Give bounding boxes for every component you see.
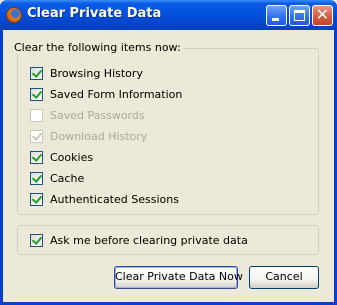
maximize-button[interactable] (289, 5, 310, 26)
checkbox-box[interactable] (30, 67, 43, 80)
checkbox-box[interactable] (30, 193, 43, 206)
dialog-body: Clear the following items now: Browsing … (3, 30, 334, 302)
checkbox-label: Download History (50, 130, 148, 143)
minimize-button[interactable] (266, 5, 287, 26)
checkbox-label: Saved Passwords (50, 109, 145, 122)
checkbox-label: Authenticated Sessions (50, 193, 179, 206)
checkbox-box (30, 130, 43, 143)
maximize-icon (294, 10, 305, 21)
checkbox-box[interactable] (30, 88, 43, 101)
checkbox-label: Browsing History (50, 67, 143, 80)
firefox-icon (6, 7, 22, 23)
checkbox-label: Cache (50, 172, 85, 185)
cancel-button[interactable]: Cancel (249, 266, 319, 289)
clear-private-data-dialog: Clear Private Data ✕ Clear the following… (0, 0, 337, 305)
checkbox-box[interactable] (30, 234, 43, 247)
checkbox-label: Ask me before clearing private data (50, 234, 248, 247)
title-bar[interactable]: Clear Private Data ✕ (0, 0, 337, 30)
close-button[interactable]: ✕ (312, 5, 333, 26)
group-legend: Clear the following items now: (12, 41, 183, 54)
close-icon: ✕ (315, 5, 330, 24)
checkbox-box[interactable] (30, 172, 43, 185)
clear-private-data-now-button[interactable]: Clear Private Data Now (114, 266, 243, 289)
checkbox-label: Cookies (50, 151, 94, 164)
checkbox-label: Saved Form Information (50, 88, 183, 101)
window-title: Clear Private Data (27, 6, 162, 21)
checkbox-box[interactable] (30, 151, 43, 164)
minimize-icon (272, 18, 279, 21)
checkbox-box (30, 109, 43, 122)
